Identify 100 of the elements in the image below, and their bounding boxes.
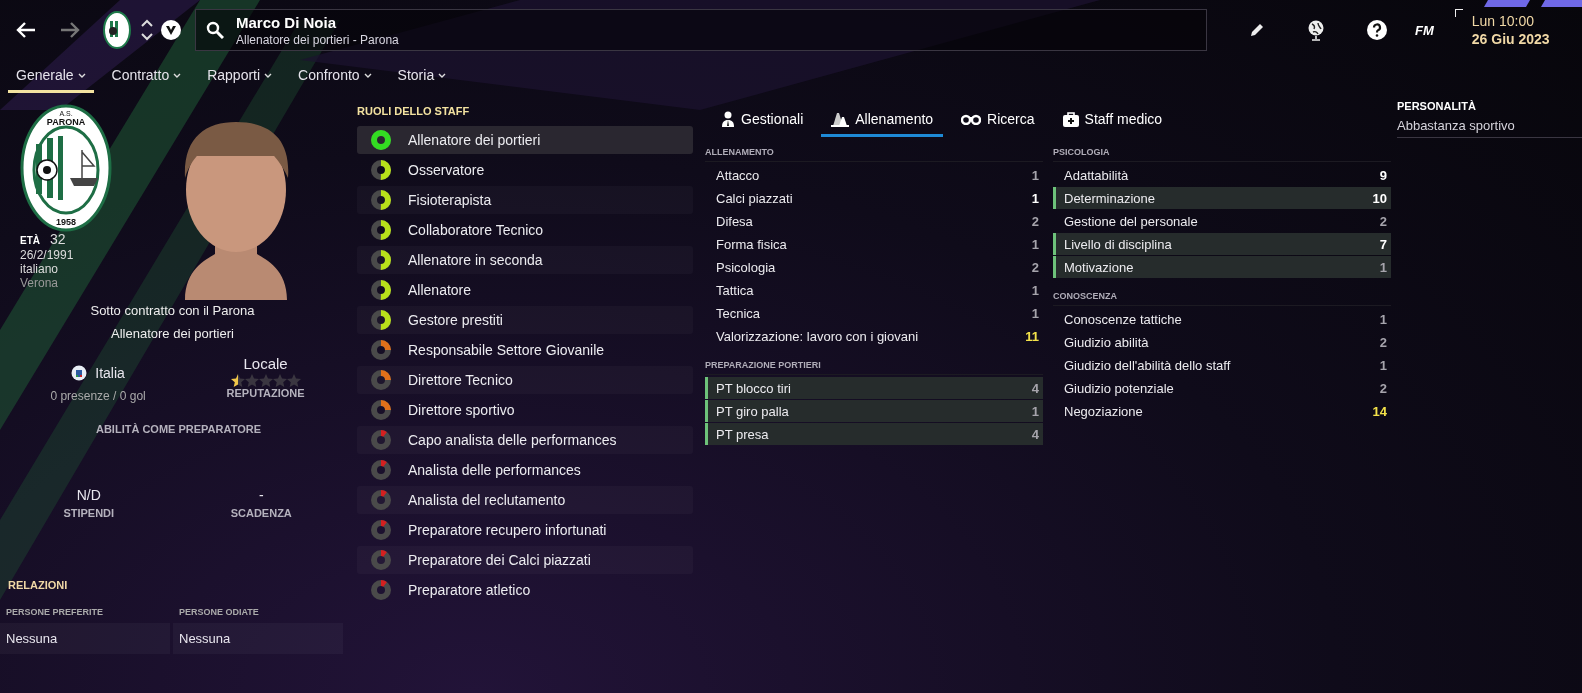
staff-role-row[interactable]: Gestore prestiti — [357, 306, 693, 334]
staff-role-row[interactable]: Fisioterapista — [357, 186, 693, 214]
attribute-name: Giudizio dell'abilità dello staff — [1064, 357, 1231, 373]
staff-role-row[interactable]: Analista del reclutamento — [357, 486, 693, 514]
staff-role-row[interactable]: Preparatore atletico — [357, 576, 693, 604]
pencil-icon[interactable] — [1249, 22, 1265, 38]
help-icon[interactable] — [1367, 20, 1387, 40]
role-name: Allenatore in seconda — [408, 252, 543, 268]
staff-role-row[interactable]: Osservatore — [357, 156, 693, 184]
attribute-row[interactable]: Giudizio potenziale 2 — [1053, 377, 1391, 399]
attribute-row[interactable]: Determinazione 10 — [1053, 187, 1391, 209]
search-field[interactable]: Marco Di Noia Allenatore dei portieri - Parona — [195, 9, 1207, 51]
date-time-panel[interactable]: Lun 10:00 26 Giu 2023 — [1451, 9, 1560, 51]
attribute-row[interactable]: Valorizzazione: lavoro con i giovani 11 — [705, 325, 1043, 347]
attribute-value: 1 — [1379, 311, 1387, 327]
back-arrow-icon[interactable] — [15, 21, 37, 39]
staff-role-row[interactable]: Direttore Tecnico — [357, 366, 693, 394]
attribute-value: 2 — [1379, 213, 1387, 229]
attribute-value: 1 — [1031, 190, 1039, 206]
personality-value: Abbastanza sportivo — [1397, 118, 1582, 138]
rating-dial-icon — [370, 579, 392, 601]
caret-icon — [173, 72, 182, 78]
attribute-value: 9 — [1379, 167, 1387, 183]
attribute-tab[interactable]: Staff medico — [1052, 104, 1173, 137]
staff-role-row[interactable]: Collaboratore Tecnico — [357, 216, 693, 244]
club-crest-icon[interactable] — [103, 11, 131, 49]
attribute-row[interactable]: Giudizio abilità 2 — [1053, 331, 1391, 353]
attribute-value: 4 — [1031, 380, 1039, 396]
personality-heading: PERSONALITÀ — [1397, 100, 1477, 112]
globe-icon[interactable] — [1307, 19, 1325, 41]
nav-tab[interactable]: Generale — [8, 60, 94, 93]
rating-dial-icon — [370, 459, 392, 481]
nav-tab[interactable]: Contratto — [103, 60, 190, 93]
staff-role-row[interactable]: Preparatore dei Calci piazzati — [357, 546, 693, 574]
role-name: Gestore prestiti — [408, 312, 503, 328]
attribute-row[interactable]: Gestione del personale 2 — [1053, 210, 1391, 232]
attribute-row[interactable]: PT blocco tiri 4 — [705, 377, 1043, 399]
attribute-row[interactable]: Tecnica 1 — [705, 302, 1043, 324]
attribute-row[interactable]: Psicologia 2 — [705, 256, 1043, 278]
age-label: ETÀ — [20, 234, 40, 248]
attribute-value: 1 — [1031, 167, 1039, 183]
attribute-row[interactable]: Forma fisica 1 — [705, 233, 1043, 255]
attribute-value: 2 — [1031, 213, 1039, 229]
attribute-value: 11 — [1025, 328, 1039, 344]
role-name: Allenatore — [408, 282, 472, 298]
staff-role-row[interactable]: Preparatore recupero infortunati — [357, 516, 693, 544]
federation-badge-icon — [71, 365, 88, 381]
staff-role-row[interactable]: Allenatore dei portieri — [357, 126, 693, 154]
attribute-name: Forma fisica — [716, 236, 787, 252]
role-name: Direttore Tecnico — [408, 372, 513, 388]
game-logo[interactable]: FM — [1415, 22, 1434, 38]
role-name: Preparatore atletico — [408, 582, 531, 598]
role-name: Fisioterapista — [408, 192, 492, 208]
attribute-name: Giudizio abilità — [1064, 334, 1149, 350]
crest-text: PARONA — [46, 117, 86, 127]
attribute-name: Calci piazzati — [716, 190, 793, 206]
staff-role-row[interactable]: Direttore sportivo — [357, 396, 693, 424]
attribute-tab[interactable]: Gestionali — [711, 104, 814, 137]
nav-tab[interactable]: Rapporti — [199, 60, 281, 93]
attribute-row[interactable]: Adattabilità 9 — [1053, 164, 1391, 186]
dropdown-circle-icon[interactable] — [161, 20, 181, 40]
attribute-row[interactable]: Calci piazzati 1 — [705, 187, 1043, 209]
forward-arrow-icon[interactable] — [59, 21, 81, 39]
relation-value: Nessuna — [0, 623, 170, 654]
staff-role-row[interactable]: Analista delle performances — [357, 456, 693, 484]
attribute-row[interactable]: Tattica 1 — [705, 279, 1043, 301]
staff-role-row[interactable]: Responsabile Settore Giovanile — [357, 336, 693, 364]
attribute-name: Psicologia — [716, 259, 776, 275]
staff-role-row[interactable]: Allenatore — [357, 276, 693, 304]
nav-tab[interactable]: Confronto — [290, 60, 380, 93]
relation-value: Nessuna — [173, 623, 343, 654]
up-down-chevron-icon[interactable] — [141, 17, 153, 43]
caret-icon — [77, 72, 86, 78]
attribute-row[interactable]: PT presa 4 — [705, 423, 1043, 445]
reputation-label: REPUTAZIONE — [226, 387, 305, 399]
nation-name[interactable]: Italia — [95, 365, 125, 381]
rating-dial-icon — [370, 309, 392, 331]
attribute-row[interactable]: Difesa 2 — [705, 210, 1043, 232]
role-name: Allenatore dei portieri — [408, 132, 541, 148]
attribute-row[interactable]: Attacco 1 — [705, 164, 1043, 186]
attribute-row[interactable]: Giudizio dell'abilità dello staff 1 — [1053, 354, 1391, 376]
attribute-tab[interactable]: Allenamento — [821, 104, 944, 137]
attribute-row[interactable]: Negoziazione 14 — [1053, 400, 1391, 422]
attribute-value: 1 — [1031, 305, 1039, 321]
staff-role: Allenatore dei portieri — [111, 326, 234, 341]
attribute-row[interactable]: Livello di disciplina 7 — [1053, 233, 1391, 255]
staff-role-row[interactable]: Allenatore in seconda — [357, 246, 693, 274]
contract-status: Sotto contratto con il Parona — [90, 303, 255, 318]
rating-dial-icon — [370, 519, 392, 541]
attribute-name: PT giro palla — [716, 403, 789, 419]
training-cones-icon — [831, 111, 850, 127]
rating-dial-icon — [370, 219, 392, 241]
attribute-tab[interactable]: Ricerca — [951, 104, 1045, 137]
nav-tab[interactable]: Storia — [389, 60, 455, 93]
attribute-row[interactable]: Conoscenze tattiche 1 — [1053, 308, 1391, 330]
staff-role-row[interactable]: Capo analista delle performances — [357, 426, 693, 454]
attribute-row[interactable]: PT giro palla 1 — [705, 400, 1043, 422]
attribute-row[interactable]: Motivazione 1 — [1053, 256, 1391, 278]
rating-dial-icon — [370, 189, 392, 211]
attribute-name: Determinazione — [1064, 190, 1156, 206]
